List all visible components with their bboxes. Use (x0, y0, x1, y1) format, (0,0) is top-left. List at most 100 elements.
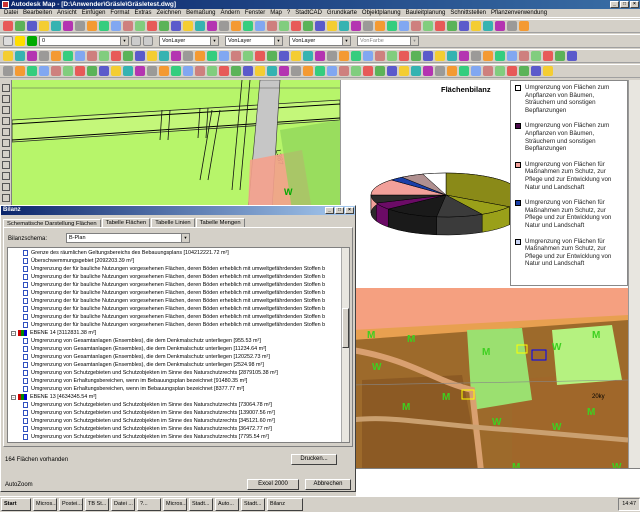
toolbar-icon[interactable] (495, 66, 505, 76)
toolbar-icon[interactable] (51, 51, 61, 61)
tree-row[interactable]: Umgrenzung der für bauliche Nutzungen vo… (11, 265, 349, 273)
toolbar-icon[interactable] (63, 66, 73, 76)
tree-row[interactable]: Überschwemmungsgebiet [2092203.39 m²] (11, 257, 349, 265)
tree-row[interactable]: Umgrenzung von Erhaltungsbereichen, wenn… (11, 377, 349, 385)
modify-tool-icon[interactable] (1, 194, 10, 202)
close-button[interactable]: × (630, 1, 639, 8)
toolbar-icon[interactable] (63, 51, 73, 61)
toolbar-icon[interactable] (219, 66, 229, 76)
toolbar-icon[interactable] (471, 21, 481, 31)
toolbar-icon[interactable] (195, 21, 205, 31)
toolbar-icon[interactable] (351, 51, 361, 61)
toolbar-icon[interactable] (87, 51, 97, 61)
toolbar-icon[interactable] (135, 51, 145, 61)
drawing-vertical-scrollbar[interactable] (628, 80, 640, 470)
menu-item-4[interactable]: Format (110, 9, 129, 17)
menu-item-16[interactable]: Schnittstellen (450, 9, 486, 17)
taskbar-button[interactable]: Micros... (163, 498, 187, 511)
tab-1[interactable]: Tabelle Flächen (101, 218, 151, 227)
taskbar-button[interactable]: Stadt... (189, 498, 213, 511)
command-line[interactable] (356, 468, 640, 496)
toolbar-icon[interactable] (27, 21, 37, 31)
autozoom-checkbox[interactable]: AutoZoom (5, 482, 33, 488)
toolbar-icon[interactable] (27, 51, 37, 61)
layer-state-icon[interactable] (27, 36, 37, 46)
toolbar-icon[interactable] (123, 21, 133, 31)
toolbar-icon[interactable] (123, 51, 133, 61)
toolbar-icon[interactable] (339, 51, 349, 61)
tree-row[interactable]: Umgrenzung von Schutzgebieten und Schutz… (11, 369, 349, 377)
toolbar-icon[interactable] (363, 66, 373, 76)
scrollbar-thumb[interactable] (342, 308, 349, 348)
modify-tool-icon[interactable] (1, 84, 10, 92)
toolbar-icon[interactable] (567, 51, 577, 61)
toolbar-icon[interactable] (495, 21, 505, 31)
toolbar-icon[interactable] (111, 66, 121, 76)
toolbar-icon[interactable] (231, 66, 241, 76)
toolbar-icon[interactable] (423, 66, 433, 76)
toolbar-icon[interactable] (255, 51, 265, 61)
toolbar-icon[interactable] (231, 51, 241, 61)
autocad-app-icon[interactable] (2, 1, 9, 8)
toolbar-icon[interactable] (531, 51, 541, 61)
toolbar-icon[interactable] (51, 66, 61, 76)
modify-tool-icon[interactable] (1, 139, 10, 147)
toolbar-icon[interactable] (303, 66, 313, 76)
toolbar-icon[interactable] (39, 21, 49, 31)
toolbar-icon[interactable] (303, 21, 313, 31)
tree-row[interactable]: Umgrenzung der für bauliche Nutzungen vo… (11, 313, 349, 321)
toolbar-icon[interactable] (147, 51, 157, 61)
toolbar-icon[interactable] (87, 21, 97, 31)
tree-row[interactable]: Umgrenzung der für bauliche Nutzungen vo… (11, 281, 349, 289)
toolbar-icon[interactable] (219, 21, 229, 31)
menu-item-3[interactable]: Einfügen (82, 9, 106, 17)
layer-select[interactable]: 0 (39, 36, 129, 46)
toolbar-icon[interactable] (63, 21, 73, 31)
toolbar-icon[interactable] (507, 66, 517, 76)
toolbar-icon[interactable] (195, 66, 205, 76)
toolbar-icon[interactable] (255, 66, 265, 76)
toolbar-icon[interactable] (375, 21, 385, 31)
tree-row[interactable]: Umgrenzung von Gesamtanlagen (Ensembles)… (11, 361, 349, 369)
toolbar-icon[interactable] (339, 66, 349, 76)
menu-item-7[interactable]: Bemaßung (186, 9, 215, 17)
toolbar-icon[interactable] (99, 51, 109, 61)
toolbar-icon[interactable] (291, 51, 301, 61)
toolbar-icon[interactable] (327, 51, 337, 61)
taskbar-button[interactable]: Auto... (215, 498, 239, 511)
tree-row[interactable]: Umgrenzung der für bauliche Nutzungen vo… (11, 305, 349, 313)
toolbar-icon[interactable] (135, 21, 145, 31)
tree-row[interactable]: Umgrenzung von Gesamtanlagen (Ensembles)… (11, 345, 349, 353)
tree-row[interactable]: Umgrenzung von Schutzgebieten und Schutz… (11, 433, 349, 441)
toolbar-icon[interactable] (315, 66, 325, 76)
toolbar-icon[interactable] (159, 51, 169, 61)
toolbar-icon[interactable] (495, 51, 505, 61)
modify-tool-icon[interactable] (1, 95, 10, 103)
toolbar-icon[interactable] (159, 66, 169, 76)
toolbar-icon[interactable] (171, 51, 181, 61)
menu-item-15[interactable]: Bauleitplanung (406, 9, 446, 17)
toolbar-icon[interactable] (519, 66, 529, 76)
toolbar-icon[interactable] (483, 66, 493, 76)
tree-row[interactable]: Umgrenzung der für bauliche Nutzungen vo… (11, 297, 349, 305)
tree-row[interactable]: Umgrenzung von Gesamtanlagen (Ensembles)… (11, 337, 349, 345)
toolbar-icon[interactable] (543, 51, 553, 61)
toolbar-icon[interactable] (219, 51, 229, 61)
toolbar-icon[interactable] (291, 66, 301, 76)
menu-item-0[interactable]: Datei (4, 9, 18, 17)
print-button[interactable]: Drucken... (291, 454, 337, 465)
dialog-minimize-button[interactable]: _ (325, 207, 334, 214)
toolbar-icon[interactable] (291, 21, 301, 31)
toolbar-icon[interactable] (15, 51, 25, 61)
maximize-button[interactable]: □ (620, 1, 629, 8)
toolbar-icon[interactable] (135, 66, 145, 76)
excel-button[interactable]: Excel 2000 (247, 479, 299, 490)
toolbar-icon[interactable] (387, 21, 397, 31)
toolbar-icon[interactable] (471, 66, 481, 76)
tree-row[interactable]: Umgrenzung der für bauliche Nutzungen vo… (11, 273, 349, 281)
taskbar-button[interactable]: Bilanz (267, 498, 303, 511)
linetype-select[interactable]: VonLayer (225, 36, 283, 46)
toolbar-icon[interactable] (423, 21, 433, 31)
toolbar-icon[interactable] (315, 51, 325, 61)
toolbar-icon[interactable] (519, 21, 529, 31)
